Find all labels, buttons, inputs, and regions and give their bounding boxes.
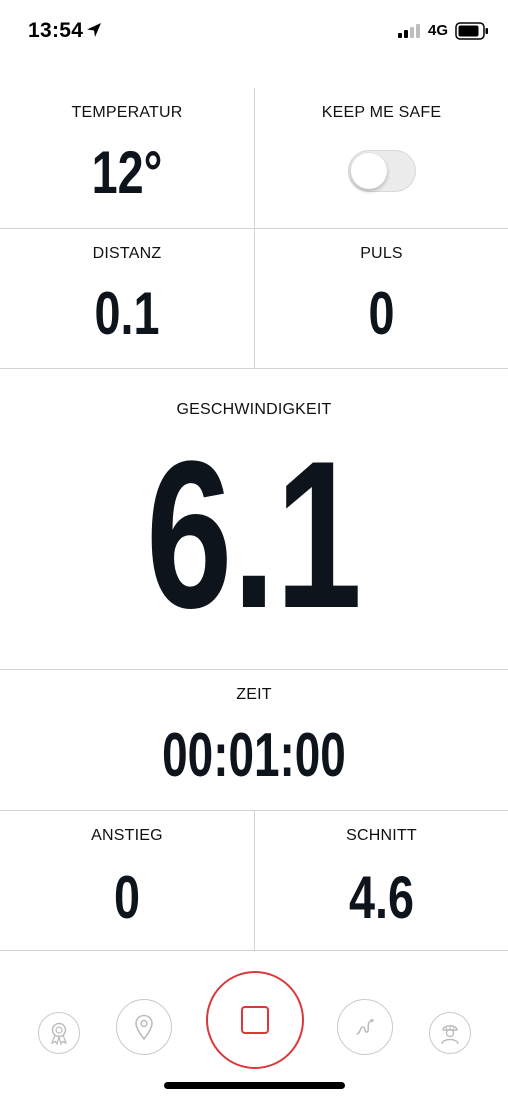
time-label: ZEIT (236, 686, 272, 703)
average-label: SCHNITT (346, 827, 417, 844)
map-button[interactable] (116, 999, 172, 1055)
speed-value: 6.1 (145, 417, 363, 652)
toggle-knob (351, 153, 387, 189)
climb-label: ANSTIEG (91, 827, 163, 844)
signal-icon (398, 24, 420, 38)
pulse-label: PULS (360, 245, 403, 262)
distance-value: 0.1 (94, 280, 160, 347)
routes-button[interactable] (337, 999, 393, 1055)
map-pin-icon (135, 1014, 153, 1041)
climb-value: 0 (113, 864, 141, 931)
network-type: 4G (428, 22, 449, 39)
time-cell: ZEIT 00:01:00 (0, 670, 508, 810)
temperature-value: 12° (91, 139, 163, 206)
rider-helmet-icon (441, 1025, 459, 1045)
profile-button[interactable] (429, 1012, 471, 1054)
home-indicator (164, 1082, 345, 1089)
stop-record-button[interactable] (206, 971, 304, 1069)
temperature-label: TEMPERATUR (71, 104, 183, 121)
time-value: 00:01:00 (162, 721, 346, 790)
keep-me-safe-toggle[interactable] (348, 150, 416, 192)
pulse-cell: PULS 0 (255, 229, 508, 368)
pulse-value: 0 (368, 280, 395, 347)
awards-button[interactable] (38, 1012, 80, 1054)
average-value: 4.6 (348, 864, 415, 931)
climb-cell: ANSTIEG 0 (0, 811, 254, 950)
status-bar: 13:54 4G (0, 0, 508, 62)
keep-me-safe-label: KEEP ME SAFE (321, 104, 442, 121)
award-icon (50, 1022, 68, 1046)
temperature-cell: TEMPERATUR 12° (0, 88, 254, 228)
distance-cell: DISTANZ 0.1 (0, 229, 254, 368)
divider (0, 950, 508, 951)
stop-record-icon (241, 1006, 269, 1034)
average-cell: SCHNITT 4.6 (255, 811, 508, 950)
status-time: 13:54 (28, 19, 84, 42)
route-icon (356, 1018, 374, 1035)
speed-cell: GESCHWINDIGKEIT 6.1 (0, 369, 508, 669)
battery-icon (455, 22, 488, 40)
location-arrow-icon (87, 23, 101, 37)
distance-label: DISTANZ (92, 245, 162, 262)
